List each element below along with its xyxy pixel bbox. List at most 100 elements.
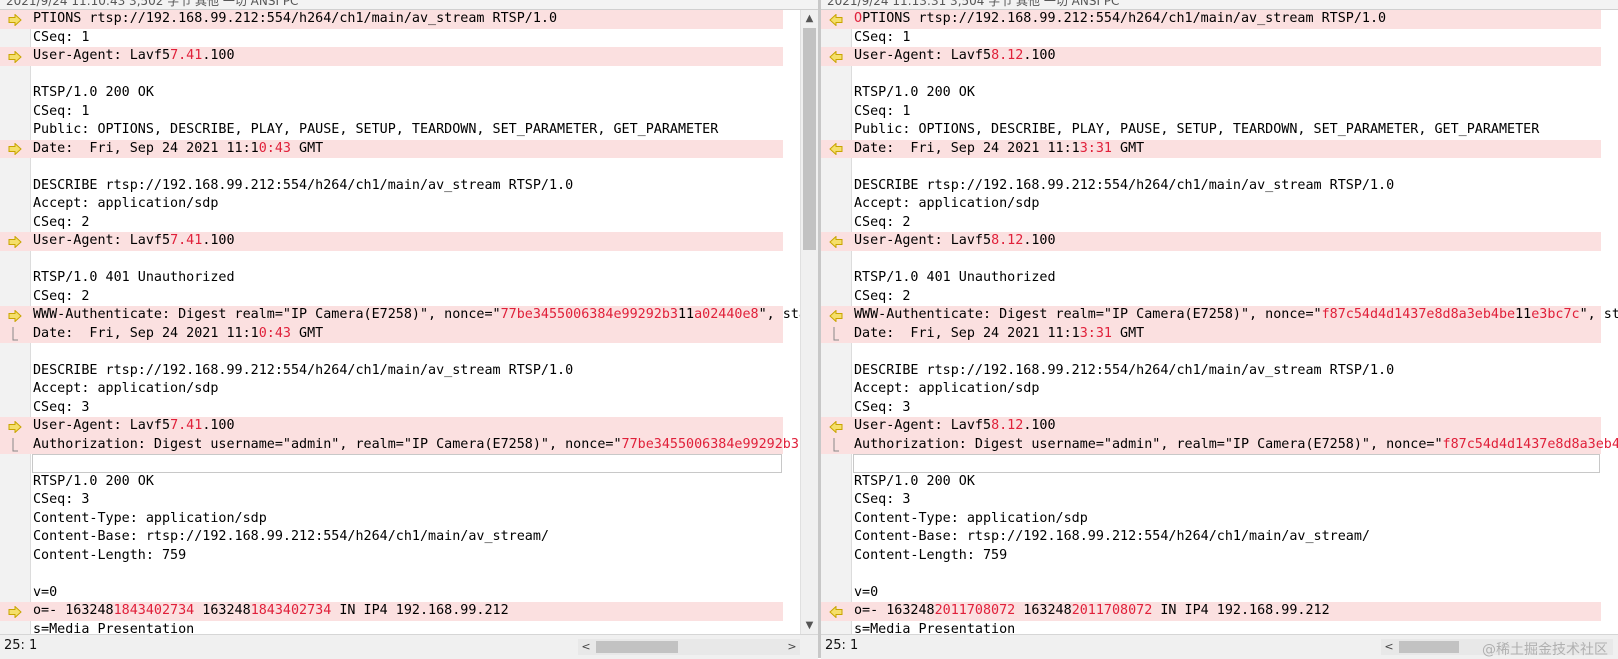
text-line[interactable]: Content-Type: application/sdp	[0, 510, 783, 529]
text-line[interactable]: Content-Base: rtsp://192.168.99.212:554/…	[821, 528, 1601, 547]
text-line[interactable]: Accept: application/sdp	[821, 195, 1601, 214]
text-line[interactable]	[0, 343, 783, 362]
text-line[interactable]: CSeq: 2	[821, 214, 1601, 233]
scroll-right-arrow-icon[interactable]: >	[784, 639, 800, 655]
text-line[interactable]: CSeq: 1	[0, 103, 783, 122]
changed-text: 0:43	[258, 140, 291, 156]
line-segment: Authorization: Digest username="admin", …	[854, 436, 1443, 452]
text-line[interactable]: RTSP/1.0 401 Unauthorized	[821, 269, 1601, 288]
diff-line[interactable]: Date: Fri, Sep 24 2021 11:10:43 GMT	[0, 139, 783, 158]
line-segment: Public: OPTIONS, DESCRIBE, PLAY, PAUSE, …	[33, 122, 719, 137]
text-line[interactable]: CSeq: 3	[0, 491, 783, 510]
text-line[interactable]: v=0	[821, 584, 1601, 603]
diff-line[interactable]: User-Agent: Lavf58.12.100	[821, 47, 1601, 66]
text-line[interactable]: s=Media Presentation	[821, 621, 1601, 635]
right-diff-pane[interactable]: OPTIONS rtsp://192.168.99.212:554/h264/c…	[821, 10, 1618, 634]
diff-line[interactable]: User-Agent: Lavf57.41.100	[0, 47, 783, 66]
text-line[interactable]	[821, 66, 1601, 85]
line-segment: Date: Fri, Sep 24 2021 11:1	[33, 325, 259, 341]
text-line[interactable]: RTSP/1.0 200 OK	[0, 84, 783, 103]
diff-line[interactable]: PTIONS rtsp://192.168.99.212:554/h264/ch…	[0, 10, 783, 29]
text-line[interactable]	[0, 565, 783, 584]
line-text: PTIONS rtsp://192.168.99.212:554/h264/ch…	[33, 10, 557, 29]
line-segment: CSeq: 3	[854, 492, 911, 507]
scroll-up-arrow-icon[interactable]: ▲	[801, 10, 818, 27]
left-vertical-scrollbar[interactable]: ▲ ▼	[800, 10, 818, 634]
diff-line[interactable]: WWW-Authenticate: Digest realm="IP Camer…	[821, 306, 1618, 325]
diff-line[interactable]: User-Agent: Lavf57.41.100	[0, 232, 783, 251]
line-segment: GMT	[290, 325, 324, 341]
text-line[interactable]: Public: OPTIONS, DESCRIBE, PLAY, PAUSE, …	[0, 121, 783, 140]
text-line[interactable]: DESCRIBE rtsp://192.168.99.212:554/h264/…	[0, 177, 783, 196]
text-line[interactable]	[0, 251, 783, 270]
line-text: OPTIONS rtsp://192.168.99.212:554/h264/c…	[854, 10, 1386, 29]
text-line[interactable]: CSeq: 3	[821, 491, 1601, 510]
left-horizontal-scroll-thumb[interactable]	[596, 641, 678, 653]
diff-line[interactable]: Date: Fri, Sep 24 2021 11:13:31 GMT	[821, 139, 1601, 158]
text-line[interactable]: DESCRIBE rtsp://192.168.99.212:554/h264/…	[821, 177, 1601, 196]
changed-text: a02440e8	[694, 307, 759, 322]
left-vertical-scroll-thumb[interactable]	[803, 28, 816, 250]
text-line[interactable]: CSeq: 2	[0, 288, 783, 307]
left-horizontal-scrollbar[interactable]: < >	[578, 639, 800, 655]
text-line[interactable]: RTSP/1.0 200 OK	[821, 473, 1601, 492]
scroll-left-arrow-icon[interactable]: <	[1381, 639, 1397, 655]
diff-continuation-icon	[4, 327, 26, 342]
text-line[interactable]: Accept: application/sdp	[0, 380, 783, 399]
text-line[interactable]: s=Media Presentation	[0, 621, 783, 635]
diff-line[interactable]: Date: Fri, Sep 24 2021 11:10:43 GMT	[0, 324, 783, 344]
text-line[interactable]: CSeq: 1	[0, 29, 783, 48]
line-segment: IN IP4 192.168.99.212	[331, 603, 509, 618]
diff-line[interactable]: WWW-Authenticate: Digest realm="IP Camer…	[0, 306, 815, 325]
text-line[interactable]: RTSP/1.0 200 OK	[0, 473, 783, 492]
text-line[interactable]: CSeq: 1	[821, 29, 1601, 48]
diff-line[interactable]: Authorization: Digest username="admin", …	[821, 435, 1618, 454]
diff-line[interactable]: Date: Fri, Sep 24 2021 11:13:31 GMT	[821, 324, 1601, 343]
diff-line[interactable]: Authorization: Digest username="admin", …	[0, 435, 815, 454]
text-line[interactable]: DESCRIBE rtsp://192.168.99.212:554/h264/…	[0, 362, 783, 381]
diff-line[interactable]: o=- 1632481843402734 1632481843402734 IN…	[0, 602, 783, 621]
text-line[interactable]: CSeq: 3	[0, 399, 783, 418]
scroll-down-arrow-icon[interactable]: ▼	[801, 617, 818, 634]
diff-line[interactable]: o=- 1632482011708072 1632482011708072 IN…	[821, 602, 1601, 621]
text-line[interactable]	[821, 251, 1601, 270]
text-line[interactable]: Content-Type: application/sdp	[821, 510, 1601, 529]
left-diff-pane[interactable]: PTIONS rtsp://192.168.99.212:554/h264/ch…	[0, 10, 818, 634]
text-line[interactable]	[853, 454, 1600, 473]
diff-line[interactable]: User-Agent: Lavf57.41.100	[0, 417, 783, 436]
line-text: CSeq: 3	[854, 399, 910, 418]
text-line[interactable]: DESCRIBE rtsp://192.168.99.212:554/h264/…	[821, 362, 1601, 381]
text-line[interactable]: Public: OPTIONS, DESCRIBE, PLAY, PAUSE, …	[821, 121, 1601, 140]
text-line[interactable]: CSeq: 3	[821, 399, 1601, 418]
text-line[interactable]: Content-Length: 759	[0, 547, 783, 566]
text-line[interactable]	[0, 66, 783, 85]
line-segment: RTSP/1.0 200 OK	[854, 473, 975, 489]
text-line[interactable]	[821, 158, 1601, 177]
line-segment: Content-Type: application/sdp	[33, 510, 267, 526]
line-segment: Accept: application/sdp	[854, 196, 1040, 211]
line-text: CSeq: 1	[33, 103, 89, 122]
text-line[interactable]: CSeq: 2	[821, 288, 1601, 307]
scroll-left-arrow-icon[interactable]: <	[578, 639, 594, 655]
text-line[interactable]: Content-Base: rtsp://192.168.99.212:554/…	[0, 528, 783, 547]
line-text: Date: Fri, Sep 24 2021 11:10:43 GMT	[33, 325, 323, 344]
text-line[interactable]: Accept: application/sdp	[0, 195, 783, 214]
text-line[interactable]	[32, 454, 782, 473]
text-line[interactable]: CSeq: 1	[821, 103, 1601, 122]
text-line[interactable]: v=0	[0, 584, 783, 603]
text-line[interactable]: RTSP/1.0 200 OK	[821, 84, 1601, 103]
text-line[interactable]	[821, 565, 1601, 584]
diff-line[interactable]: User-Agent: Lavf58.12.100	[821, 417, 1601, 436]
right-horizontal-scroll-thumb[interactable]	[1399, 641, 1459, 653]
text-line[interactable]: CSeq: 2	[0, 214, 783, 233]
text-line[interactable]	[0, 158, 783, 177]
text-line[interactable]: Accept: application/sdp	[821, 380, 1601, 399]
text-line[interactable]: Content-Length: 759	[821, 547, 1601, 566]
line-segment: Public: OPTIONS, DESCRIBE, PLAY, PAUSE, …	[854, 122, 1540, 137]
text-line[interactable]: RTSP/1.0 401 Unauthorized	[0, 269, 783, 288]
line-segment: Content-Base: rtsp://192.168.99.212:554/…	[33, 529, 549, 544]
diff-line[interactable]: User-Agent: Lavf58.12.100	[821, 232, 1601, 251]
text-line[interactable]	[821, 343, 1601, 362]
changed-text: 7.41	[170, 48, 203, 63]
diff-line[interactable]: OPTIONS rtsp://192.168.99.212:554/h264/c…	[821, 10, 1601, 29]
